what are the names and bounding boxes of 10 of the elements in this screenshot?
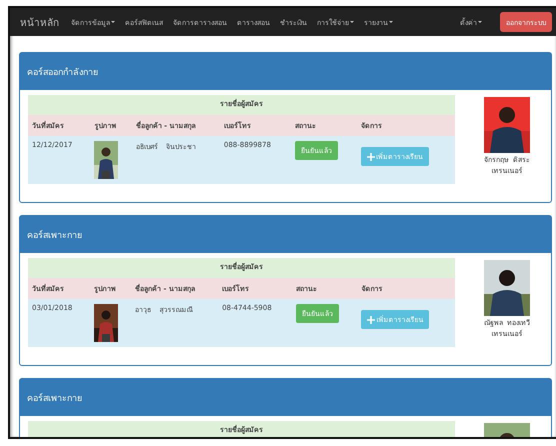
card-title: คอร์สเพาะกาย: [27, 392, 82, 404]
caret-icon: [350, 21, 354, 23]
plus-icon: [366, 152, 375, 160]
plus-icon: [367, 316, 376, 324]
card-title: คอร์สออกกำลังกาย: [27, 66, 98, 78]
caret-icon: [478, 21, 482, 23]
caret-icon: [389, 21, 393, 23]
caret-icon: [111, 21, 115, 23]
card-title: คอร์สเพาะกาย: [27, 229, 82, 242]
nav-link[interactable]: หน้าหลัก: [20, 14, 59, 30]
